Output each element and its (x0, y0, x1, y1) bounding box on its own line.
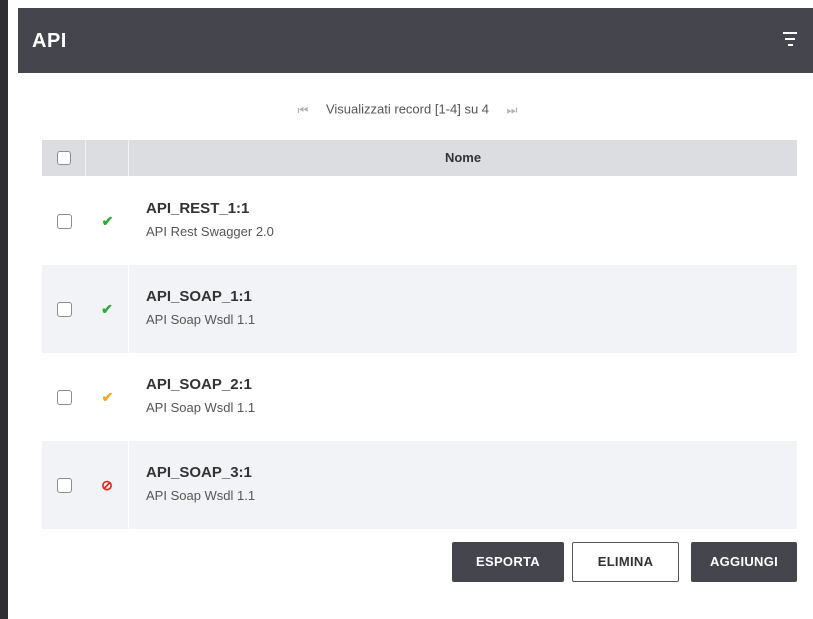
page-title: API (32, 30, 67, 52)
row-select-cell (42, 265, 86, 353)
select-all-checkbox[interactable] (57, 151, 71, 165)
row-name-cell[interactable]: API_SOAP_2:1 API Soap Wsdl 1.1 (146, 375, 255, 416)
add-button[interactable]: AGGIUNGI (691, 542, 797, 582)
row-name-cell[interactable]: API_REST_1:1 API Rest Swagger 2.0 (146, 199, 274, 240)
api-name[interactable]: API_REST_1:1 (146, 199, 274, 219)
row-select-cell (42, 353, 86, 441)
pagination: ⏮ Visualizzati record [1-4] su 4 ⏭ (18, 100, 797, 119)
api-name[interactable]: API_SOAP_1:1 (146, 287, 255, 307)
row-checkbox[interactable] (57, 302, 72, 317)
delete-button[interactable]: ELIMINA (572, 542, 679, 582)
status-warning-check-icon: ✔ (101, 389, 114, 405)
export-button[interactable]: ESPORTA (452, 542, 564, 582)
header-status-cell (86, 140, 129, 176)
api-type: API Soap Wsdl 1.1 (146, 400, 256, 415)
left-edge (0, 0, 8, 619)
api-type: API Rest Swagger 2.0 (146, 224, 274, 239)
status-disabled-icon: ⊘ (86, 441, 129, 529)
api-type: API Soap Wsdl 1.1 (146, 312, 256, 327)
pagination-text: Visualizzati record [1-4] su 4 (325, 101, 490, 117)
table-row[interactable]: ⊘ API_SOAP_3:1 API Soap Wsdl 1.1 (42, 441, 797, 529)
row-checkbox[interactable] (57, 390, 72, 405)
api-header: API (18, 8, 813, 73)
first-page-icon[interactable]: ⏮ (298, 101, 309, 119)
api-name[interactable]: API_SOAP_2:1 (146, 375, 255, 395)
table-row[interactable]: ✔ API_REST_1:1 API Rest Swagger 2.0 (42, 177, 797, 265)
table-row[interactable]: ✔ API_SOAP_1:1 API Soap Wsdl 1.1 (42, 265, 797, 353)
row-checkbox[interactable] (57, 214, 72, 229)
filter-icon[interactable] (781, 32, 799, 50)
last-page-icon[interactable]: ⏭ (507, 101, 518, 119)
row-checkbox[interactable] (57, 478, 72, 493)
table-row[interactable]: ✔ API_SOAP_2:1 API Soap Wsdl 1.1 (42, 353, 797, 441)
row-select-cell (42, 441, 86, 529)
top-edge (8, 0, 813, 8)
api-name[interactable]: API_SOAP_3:1 (146, 463, 255, 483)
api-type: API Soap Wsdl 1.1 (146, 488, 256, 503)
row-select-cell (42, 177, 86, 265)
row-name-cell[interactable]: API_SOAP_1:1 API Soap Wsdl 1.1 (146, 287, 255, 328)
table-header: Nome (42, 140, 797, 176)
row-name-cell[interactable]: API_SOAP_3:1 API Soap Wsdl 1.1 (146, 463, 255, 504)
header-select-cell (42, 140, 86, 176)
status-check-icon: ✔ (86, 265, 129, 353)
column-header-name[interactable]: Nome (129, 140, 797, 176)
status-check-icon: ✔ (101, 213, 114, 229)
